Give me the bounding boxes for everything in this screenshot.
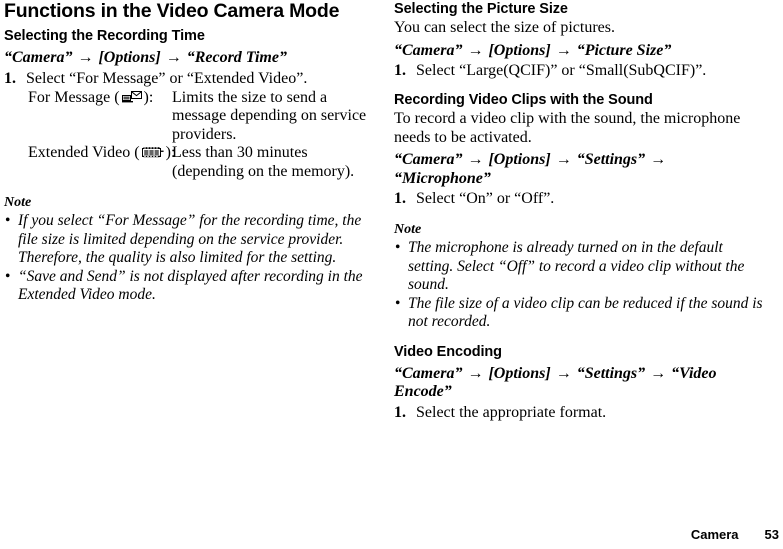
definition-row: Extended Video (): Less than 30 minutes …: [4, 144, 376, 181]
arrow-icon: →: [467, 41, 484, 59]
note-item: The file size of a video clip can be red…: [394, 295, 766, 332]
step-text: Select “Large(QCIF)” or “Small(SubQCIF)”…: [416, 62, 707, 79]
arrow-icon: →: [555, 151, 572, 168]
left-column: Functions in the Video Camera Mode Selec…: [4, 0, 376, 305]
note-title: Note: [394, 222, 422, 237]
path-segment: “Settings”: [576, 364, 646, 382]
menu-path-video-encode: “Camera” → [Options] → “Settings” → “Vid…: [394, 365, 766, 402]
path-segment: “Microphone”: [394, 169, 491, 187]
path-segment: “Settings”: [576, 151, 646, 168]
menu-path-record-time: “Camera” → [Options] → “Record Time”: [4, 49, 376, 68]
film-strip-icon: [141, 146, 164, 165]
path-segment: “Camera”: [394, 41, 463, 59]
step-text: Select the appropriate format.: [416, 403, 607, 421]
definition-description: Less than 30 minutes (depending on the m…: [172, 144, 355, 180]
footer-page-number: 53: [764, 527, 779, 542]
definition-list: For Message (): Limits the size to send …: [4, 89, 376, 182]
arrow-icon: →: [555, 41, 572, 59]
step-text: Select “For Message” or “Extended Video”…: [26, 69, 308, 87]
document-page: Functions in the Video Camera Mode Selec…: [0, 0, 783, 549]
recording-sound-intro: To record a video clip with the sound, t…: [394, 110, 741, 146]
path-segment: “Picture Size”: [576, 41, 672, 59]
note-item: “Save and Send” is not displayed after r…: [4, 268, 376, 305]
definition-term-prefix: For Message (: [28, 88, 120, 106]
path-segment: “Camera”: [4, 49, 73, 66]
step-item: 1. Select “For Message” or “Extended Vid…: [4, 69, 376, 88]
step-number: 1.: [394, 403, 406, 421]
path-segment: [Options]: [488, 151, 551, 168]
note-block: Note The microphone is already turned on…: [394, 221, 766, 332]
arrow-icon: →: [77, 49, 94, 66]
definition-term: Extended Video ():: [4, 144, 175, 181]
step-text: Select “On” or “Off”.: [416, 190, 555, 207]
arrow-icon: →: [555, 364, 572, 382]
definition-row: For Message (): Limits the size to send …: [4, 89, 376, 145]
section-heading-video-encoding: Video Encoding: [394, 343, 502, 360]
arrow-icon: →: [650, 364, 667, 382]
arrow-icon: →: [650, 151, 667, 168]
arrow-icon: →: [165, 49, 182, 66]
step-item: 1. Select the appropriate format.: [394, 403, 766, 422]
definition-term-suffix: ):: [143, 88, 154, 106]
path-segment: “Record Time”: [186, 49, 287, 66]
picture-size-intro: You can select the size of pictures.: [394, 19, 615, 36]
section-heading-recording-sound: Recording Video Clips with the Sound: [394, 92, 653, 108]
definition-term-prefix: Extended Video (: [28, 144, 140, 161]
path-segment: “Camera”: [394, 151, 463, 168]
step-number: 1.: [394, 62, 406, 79]
path-segment: [Options]: [488, 41, 551, 59]
arrow-icon: →: [467, 364, 484, 382]
definition-description: Limits the size to send a message depend…: [172, 88, 367, 143]
note-item: The microphone is already turned on in t…: [394, 239, 766, 295]
video-message-icon: [121, 90, 142, 110]
note-list: The microphone is already turned on in t…: [394, 239, 766, 332]
menu-path-picture-size: “Camera” → [Options] → “Picture Size”: [394, 42, 766, 61]
footer-chapter-label: Camera: [690, 527, 739, 542]
step-item: 1. Select “On” or “Off”.: [394, 189, 766, 208]
right-column: Selecting the Picture Size You can selec…: [394, 0, 766, 422]
note-item: If you select “For Message” for the reco…: [4, 212, 376, 268]
section-heading-recording-time: Selecting the Recording Time: [4, 28, 205, 44]
note-list: If you select “For Message” for the reco…: [4, 212, 376, 305]
menu-path-microphone: “Camera” → [Options] → “Settings” → “Mic…: [394, 151, 766, 188]
step-number: 1.: [4, 69, 16, 87]
section-heading-picture-size: Selecting the Picture Size: [394, 1, 568, 17]
path-segment: “Camera”: [394, 364, 463, 382]
page-title: Functions in the Video Camera Mode: [4, 0, 340, 22]
arrow-icon: →: [467, 151, 484, 168]
step-item: 1. Select “Large(QCIF)” or “Small(SubQCI…: [394, 61, 766, 80]
page-footer: Camera 53: [691, 527, 779, 543]
path-segment: [Options]: [488, 364, 551, 382]
note-title: Note: [4, 195, 32, 210]
definition-term: For Message ():: [4, 89, 172, 145]
note-block: Note If you select “For Message” for the…: [4, 194, 376, 305]
step-number: 1.: [394, 190, 406, 207]
path-segment: [Options]: [98, 49, 161, 66]
